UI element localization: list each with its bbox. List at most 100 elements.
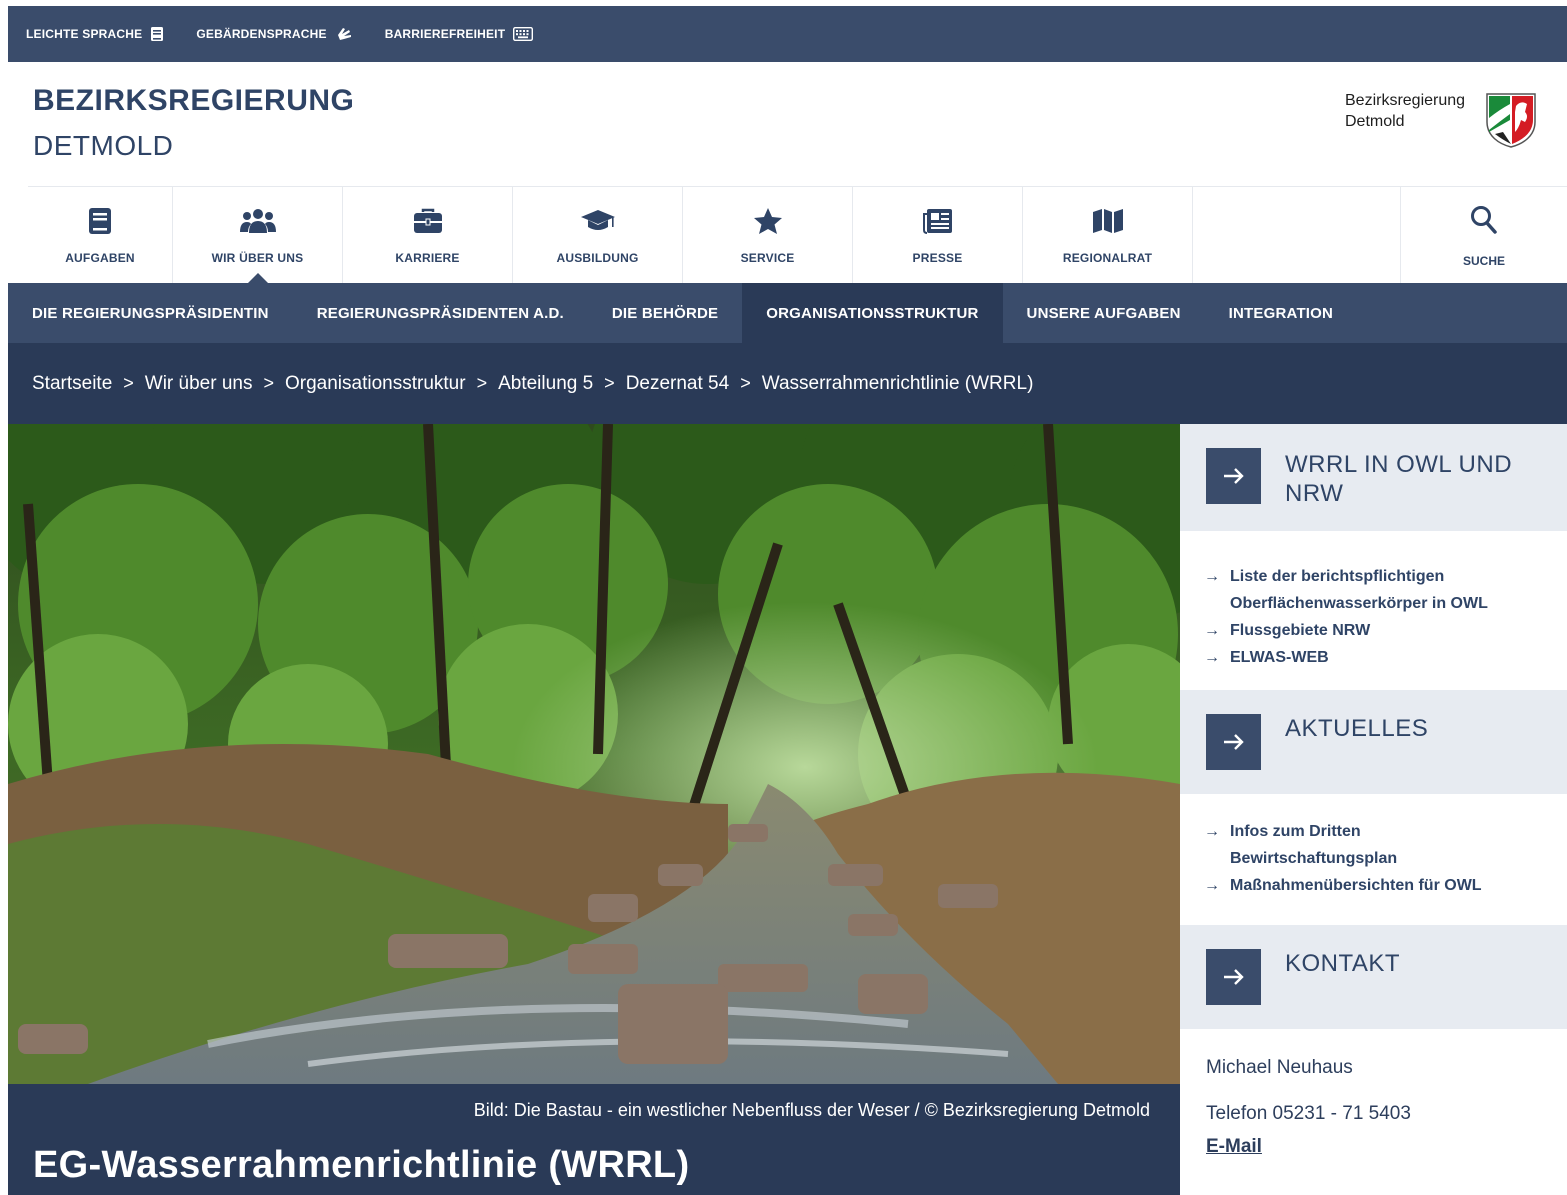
sign-language-icon bbox=[337, 28, 351, 40]
link-label: Infos zum Dritten Bewirtschaftungsplan bbox=[1230, 823, 1398, 867]
contact-details: Michael Neuhaus Telefon 05231 - 71 5403 … bbox=[1180, 1029, 1567, 1195]
logo-text: Bezirksregierung Detmold bbox=[1345, 90, 1465, 132]
breadcrumb-organisationsstruktur[interactable]: Organisationsstruktur bbox=[285, 373, 466, 395]
nav-item-suche[interactable]: SUCHE bbox=[1401, 187, 1567, 284]
search-icon bbox=[1471, 206, 1497, 234]
breadcrumb-separator: > bbox=[740, 373, 751, 393]
subnav-integration[interactable]: INTEGRATION bbox=[1205, 283, 1357, 343]
contact-email-link[interactable]: E-Mail bbox=[1206, 1136, 1262, 1158]
nav-label-karriere: KARRIERE bbox=[395, 251, 460, 265]
breadcrumb-separator: > bbox=[604, 373, 615, 393]
nav-label-suche: SUCHE bbox=[1462, 254, 1505, 268]
link-label: Flussgebiete NRW bbox=[1230, 622, 1371, 639]
link-massnahmenuebersichten-owl[interactable]: → Maßnahmenübersichten für OWL bbox=[1204, 872, 1567, 899]
accessibility-label: BARRIEREFREIHEIT bbox=[384, 27, 506, 41]
brand-name[interactable]: BEZIRKSREGIERUNG bbox=[33, 84, 354, 118]
sidebar-links-aktuelles: → Infos zum Dritten Bewirtschaftungsplan … bbox=[1180, 794, 1567, 925]
breadcrumb-abteilung-5[interactable]: Abteilung 5 bbox=[498, 373, 593, 395]
sidebar-title-wrrl: WRRL IN OWL UND NRW bbox=[1285, 450, 1512, 508]
nav-item-ausbildung[interactable]: AUSBILDUNG bbox=[513, 187, 683, 284]
sub-navigation: DIE REGIERUNGSPRÄSIDENTIN REGIERUNGSPRÄS… bbox=[8, 283, 1567, 343]
link-liste-oberflaechenwasserkoerper[interactable]: → Liste der berichtspflichtigen Oberfläch… bbox=[1204, 563, 1567, 617]
graduation-cap-icon bbox=[580, 210, 615, 230]
page-title: EG-Wasserrahmenrichtlinie (WRRL) bbox=[33, 1144, 690, 1186]
breadcrumb-dezernat-54[interactable]: Dezernat 54 bbox=[626, 373, 730, 395]
link-infos-dritter-bewirtschaftungsplan[interactable]: → Infos zum Dritten Bewirtschaftungsplan bbox=[1204, 818, 1567, 872]
brand-region[interactable]: DETMOLD bbox=[33, 130, 173, 162]
contact-phone[interactable]: Telefon 05231 - 71 5403 bbox=[1206, 1103, 1411, 1125]
sidebar-title-kontakt: KONTAKT bbox=[1285, 950, 1401, 977]
aktuelles-arrow-button[interactable] bbox=[1206, 714, 1261, 770]
sidebar-box-aktuelles-header[interactable]: AKTUELLES bbox=[1180, 690, 1567, 794]
wrrl-arrow-button[interactable] bbox=[1206, 448, 1261, 504]
star-icon bbox=[753, 208, 782, 234]
sidebar-title-aktuelles: AKTUELLES bbox=[1285, 715, 1429, 742]
sidebar: WRRL IN OWL UND NRW → Liste der berichts… bbox=[1180, 424, 1567, 1195]
arrow-right-icon: → bbox=[1204, 877, 1220, 894]
utility-bar: LEICHTE SPRACHE GEBÄRDENSPRACHE BARRIERE… bbox=[8, 6, 1567, 62]
logo-text-line1: Bezirksregierung bbox=[1345, 92, 1466, 109]
link-label: ELWAS-WEB bbox=[1230, 649, 1329, 666]
nav-label-service: SERVICE bbox=[740, 251, 795, 265]
arrow-right-icon bbox=[1223, 468, 1244, 484]
forest-stream-image bbox=[8, 424, 1180, 1084]
sidebar-title-wrrl-line1: WRRL IN OWL UND bbox=[1285, 451, 1513, 478]
link-flussgebiete-nrw[interactable]: → Flussgebiete NRW bbox=[1204, 617, 1567, 644]
sign-language-link[interactable]: GEBÄRDENSPRACHE bbox=[196, 26, 352, 42]
hero-caption-area: Bild: Die Bastau - ein westlicher Nebenf… bbox=[8, 1084, 1180, 1195]
hero-image bbox=[8, 424, 1180, 1084]
arrow-right-icon: → bbox=[1204, 823, 1220, 840]
keyboard-icon bbox=[513, 27, 534, 41]
subnav-regierungspraesidenten-ad[interactable]: REGIERUNGSPRÄSIDENTEN A.D. bbox=[293, 283, 588, 343]
image-caption: Bild: Die Bastau - ein westlicher Nebenf… bbox=[473, 1100, 1150, 1120]
link-elwas-web[interactable]: → ELWAS-WEB bbox=[1204, 644, 1567, 671]
sidebar-title-wrrl-line2: NRW bbox=[1285, 480, 1344, 507]
main-navigation: AUFGABEN WIR ÜBER UNS KARRIERE AUSBILDUN… bbox=[28, 186, 1567, 284]
sidebar-box-wrrl-header[interactable]: WRRL IN OWL UND NRW bbox=[1180, 424, 1567, 531]
arrow-right-icon: → bbox=[1204, 622, 1220, 639]
breadcrumb-separator: > bbox=[476, 373, 488, 393]
subnav-organisationsstruktur[interactable]: ORGANISATIONSSTRUKTUR bbox=[742, 283, 1003, 343]
easy-language-label: LEICHTE SPRACHE bbox=[26, 27, 143, 41]
nrw-crest-icon[interactable] bbox=[1485, 92, 1537, 148]
nav-label-wir-ueber-uns: WIR ÜBER UNS bbox=[211, 251, 304, 265]
arrow-right-icon: → bbox=[1204, 568, 1220, 585]
logo-text-line2: Detmold bbox=[1345, 113, 1405, 130]
users-icon bbox=[239, 209, 276, 233]
easy-language-link[interactable]: LEICHTE SPRACHE bbox=[26, 26, 164, 42]
breadcrumb-current: Wasserrahmenrichtlinie (WRRL) bbox=[761, 372, 1034, 394]
site-header: BEZIRKSREGIERUNG DETMOLD Bezirksregierun… bbox=[8, 62, 1567, 186]
nav-item-wir-ueber-uns[interactable]: WIR ÜBER UNS bbox=[173, 187, 343, 284]
breadcrumb-separator: > bbox=[263, 373, 274, 393]
nav-item-regionalrat[interactable]: REGIONALRAT bbox=[1023, 187, 1193, 284]
nav-spacer bbox=[1193, 187, 1401, 283]
subnav-die-behoerde[interactable]: DIE BEHÖRDE bbox=[588, 283, 742, 343]
arrow-right-icon: → bbox=[1204, 649, 1220, 666]
link-label: Maßnahmenübersichten für OWL bbox=[1230, 877, 1482, 894]
newspaper-icon bbox=[922, 209, 952, 234]
nav-item-karriere[interactable]: KARRIERE bbox=[343, 187, 513, 284]
nav-label-presse: PRESSE bbox=[912, 251, 963, 265]
nav-label-regionalrat: REGIONALRAT bbox=[1062, 251, 1153, 265]
breadcrumb-wir-ueber-uns[interactable]: Wir über uns bbox=[145, 373, 253, 395]
accessibility-link[interactable]: BARRIEREFREIHEIT bbox=[385, 27, 534, 41]
kontakt-arrow-button[interactable] bbox=[1206, 949, 1261, 1005]
briefcase-icon bbox=[413, 208, 442, 233]
nav-label-aufgaben: AUFGABEN bbox=[65, 251, 135, 265]
nav-item-presse[interactable]: PRESSE bbox=[853, 187, 1023, 284]
nav-item-aufgaben[interactable]: AUFGABEN bbox=[28, 187, 173, 284]
book-icon bbox=[151, 27, 164, 41]
contact-name: Michael Neuhaus bbox=[1206, 1057, 1353, 1078]
book-icon bbox=[89, 208, 111, 234]
breadcrumb-startseite[interactable]: Startseite bbox=[32, 373, 112, 395]
sidebar-links-wrrl: → Liste der berichtspflichtigen Oberfläch… bbox=[1180, 531, 1567, 690]
subnav-unsere-aufgaben[interactable]: UNSERE AUFGABEN bbox=[1003, 283, 1205, 343]
arrow-right-icon bbox=[1223, 969, 1244, 985]
subnav-regierungspraesidentin[interactable]: DIE REGIERUNGSPRÄSIDENTIN bbox=[8, 283, 293, 343]
breadcrumb-separator: > bbox=[123, 373, 134, 393]
sign-language-label: GEBÄRDENSPRACHE bbox=[196, 27, 327, 41]
breadcrumb: Startseite > Wir über uns > Organisation… bbox=[8, 343, 1567, 424]
sidebar-box-kontakt-header[interactable]: KONTAKT bbox=[1180, 925, 1567, 1029]
nav-item-service[interactable]: SERVICE bbox=[683, 187, 853, 284]
map-icon bbox=[1092, 209, 1123, 233]
